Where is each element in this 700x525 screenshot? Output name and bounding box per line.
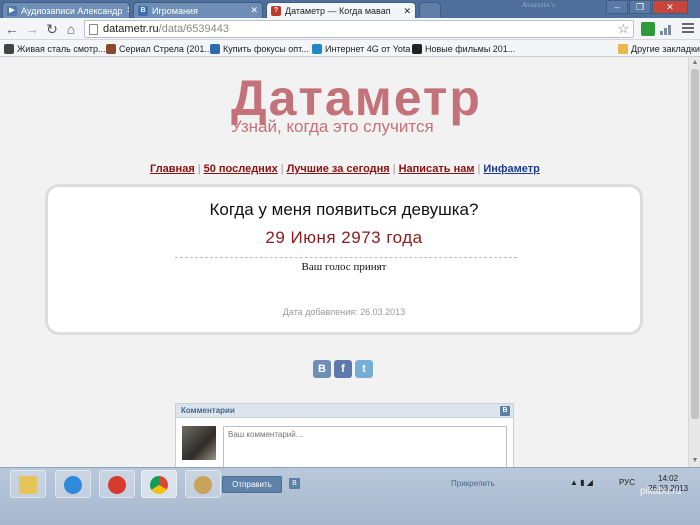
vote-status: Ваш голос принят bbox=[301, 261, 387, 273]
folder-icon bbox=[19, 476, 37, 494]
bookmark-favicon-icon bbox=[312, 43, 322, 54]
folder-icon bbox=[618, 43, 628, 54]
divider bbox=[175, 257, 517, 258]
vk-logo-icon: В bbox=[500, 406, 510, 416]
nav-link-last-50[interactable]: 50 последних bbox=[204, 163, 278, 175]
page-icon bbox=[89, 23, 98, 35]
yandex-icon bbox=[108, 476, 126, 494]
tab-title: Датаметр — Когда мавап bbox=[285, 6, 391, 16]
bookmark-favicon-icon bbox=[106, 43, 116, 54]
bookmarks-bar: Живая сталь смотр... Сериал Стрела (201.… bbox=[0, 40, 700, 57]
site-tagline: Узнай, когда это случится bbox=[231, 117, 434, 136]
page-content: Датаметр Узнай, когда это случится Главн… bbox=[0, 57, 688, 467]
share-buttons: В f t bbox=[313, 360, 375, 380]
bookmark-label: Новые фильмы 201... bbox=[425, 43, 516, 54]
back-arrow-icon[interactable]: ← bbox=[4, 21, 20, 37]
tab-audio[interactable]: ▶ Аудиозаписи Александр ✕ bbox=[2, 2, 130, 18]
bookmark-label: Живая сталь смотр... bbox=[17, 43, 106, 54]
extension-icon[interactable] bbox=[641, 22, 655, 36]
tray-icons[interactable]: ▲ ▮ ◢ bbox=[570, 478, 593, 487]
close-tab-icon[interactable]: ✕ bbox=[399, 6, 411, 17]
browser-toolbar: ← → ↻ ⌂ datametr.ru/data/6539443 ☆ bbox=[0, 18, 700, 40]
comment-input[interactable] bbox=[223, 426, 507, 467]
bookmark-item[interactable]: Живая сталь смотр... bbox=[4, 42, 106, 55]
comments-widget: Комментарии В bbox=[175, 403, 514, 467]
tab-datametr[interactable]: ? Датаметр — Когда мавап ✕ bbox=[266, 2, 416, 19]
tab-title: Игромания bbox=[152, 5, 198, 16]
chrome-icon bbox=[150, 476, 168, 494]
nav-link-infametr[interactable]: Инфаметр bbox=[483, 163, 540, 175]
scroll-down-icon[interactable]: ▼ bbox=[691, 457, 699, 465]
bookmark-item[interactable]: Интернет 4G от Yota bbox=[312, 42, 410, 55]
bookmark-item[interactable]: Купить фокусы опт... bbox=[210, 42, 309, 55]
language-indicator[interactable]: РУС bbox=[619, 478, 635, 487]
twitter-share-icon[interactable]: t bbox=[355, 360, 373, 378]
vk-favicon-icon: ▶ bbox=[7, 5, 17, 16]
taskbar-yandex[interactable] bbox=[99, 470, 135, 498]
close-window-button[interactable]: ✕ bbox=[652, 0, 688, 14]
attach-link[interactable]: Прикрепить bbox=[451, 479, 495, 488]
theme-logo-icon: Assassin's bbox=[522, 1, 556, 9]
bookmark-star-icon[interactable]: ☆ bbox=[617, 21, 629, 37]
tab-strip: ▶ Аудиозаписи Александр ✕ В Игромания ✕ … bbox=[0, 0, 700, 19]
reload-icon[interactable]: ↻ bbox=[44, 21, 60, 37]
bookmark-label: Купить фокусы опт... bbox=[223, 43, 309, 54]
close-tab-icon[interactable]: ✕ bbox=[246, 5, 258, 16]
close-tab-icon[interactable]: ✕ bbox=[122, 5, 129, 16]
vk-favicon-icon: В bbox=[138, 5, 148, 16]
internet-explorer-icon bbox=[64, 476, 82, 494]
taskbar-chrome[interactable] bbox=[141, 470, 177, 498]
tab-igromania[interactable]: В Игромания ✕ bbox=[133, 2, 263, 18]
home-icon[interactable]: ⌂ bbox=[63, 21, 79, 37]
other-bookmarks-folder[interactable]: Другие закладки bbox=[618, 42, 700, 55]
bookmark-label: Сериал Стрела (201... bbox=[119, 43, 212, 54]
question-text: Когда у меня появиться девушка? bbox=[209, 200, 479, 219]
signal-bars-icon[interactable] bbox=[660, 23, 674, 35]
comments-header: Комментарии В bbox=[176, 404, 513, 418]
site-logo[interactable]: Датаметр bbox=[231, 73, 482, 123]
question-favicon-icon: ? bbox=[271, 6, 281, 16]
bookmark-label: Интернет 4G от Yota bbox=[325, 43, 411, 54]
answer-date: 29 Июня 2973 года bbox=[265, 228, 423, 247]
minimize-button[interactable]: – bbox=[606, 0, 628, 14]
bookmark-favicon-icon bbox=[4, 43, 14, 54]
bookmark-item[interactable]: Сериал Стрела (201... bbox=[106, 42, 212, 55]
tab-title: Аудиозаписи Александр bbox=[21, 5, 123, 16]
clock-time: 14:02 bbox=[658, 474, 679, 483]
vk-share-icon[interactable]: В bbox=[313, 360, 331, 378]
url-path: /data/6539443 bbox=[158, 23, 229, 35]
nav-link-contact[interactable]: Написать нам bbox=[399, 163, 475, 175]
send-comment-button[interactable]: Отправить bbox=[222, 476, 282, 493]
site-nav: Главная | 50 последних | Лучшие за сегодня | Н… bbox=[150, 163, 540, 175]
maximize-button[interactable]: ❐ bbox=[629, 0, 651, 14]
facebook-share-icon[interactable]: f bbox=[334, 360, 352, 378]
date-added: Дата добавления: 26.03.2013 bbox=[282, 307, 406, 317]
nav-link-home[interactable]: Главная bbox=[150, 163, 195, 175]
bookmark-favicon-icon bbox=[210, 43, 220, 54]
url-host: datametr.ru bbox=[103, 23, 159, 35]
vk-badge-icon: В bbox=[289, 478, 300, 489]
nav-link-best-today[interactable]: Лучшие за сегодня bbox=[287, 163, 390, 175]
taskbar-paint[interactable] bbox=[185, 470, 221, 498]
bookmark-favicon-icon bbox=[412, 43, 422, 54]
paint-icon bbox=[194, 476, 212, 494]
new-tab-button[interactable] bbox=[419, 2, 441, 18]
folder-label: Другие закладки bbox=[631, 43, 700, 54]
comments-title: Комментарии bbox=[181, 406, 235, 415]
menu-icon[interactable] bbox=[682, 23, 694, 35]
prediction-card: Когда у меня появиться девушка? 29 Июня … bbox=[45, 184, 643, 335]
taskbar-explorer[interactable] bbox=[10, 470, 46, 498]
bookmark-item[interactable]: Новые фильмы 201... bbox=[412, 42, 515, 55]
page-scrollbar[interactable]: ▲ ▼ bbox=[688, 57, 700, 467]
scroll-thumb[interactable] bbox=[691, 69, 699, 419]
scroll-up-icon[interactable]: ▲ bbox=[691, 59, 699, 67]
address-bar[interactable]: datametr.ru/data/6539443 ☆ bbox=[84, 20, 634, 38]
avatar bbox=[182, 426, 216, 460]
taskbar-ie[interactable] bbox=[55, 470, 91, 498]
forward-arrow-icon[interactable]: → bbox=[24, 21, 40, 37]
watermark: pikabu.ru bbox=[640, 486, 682, 497]
